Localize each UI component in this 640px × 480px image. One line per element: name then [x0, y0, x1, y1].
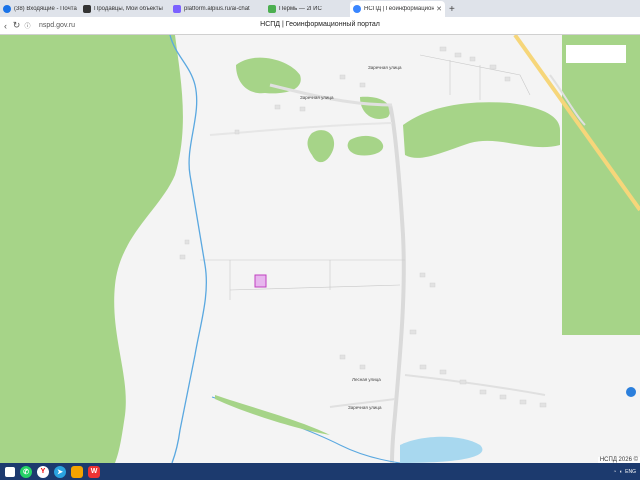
- whatsapp-icon[interactable]: ✆: [20, 465, 32, 478]
- forest-area: [0, 35, 183, 463]
- start-button[interactable]: [5, 466, 15, 477]
- selected-parcel: [254, 274, 267, 288]
- telegram-icon[interactable]: ➤: [54, 465, 66, 478]
- page-title: НСПД | Геоинформационный портал: [260, 21, 380, 28]
- wps-icon[interactable]: W: [88, 465, 100, 478]
- forest-area: [347, 135, 384, 156]
- map-tool-button[interactable]: [626, 387, 636, 397]
- map-pin-icon: [268, 5, 276, 13]
- globe-icon: [353, 5, 361, 13]
- taskbar: ✆ Y ➤ W ◔ ◖ ENG: [0, 463, 640, 480]
- parcel-boundary: [200, 259, 405, 300]
- forest-area: [236, 57, 301, 94]
- forest-area: [403, 102, 560, 158]
- forest-area: [360, 96, 391, 119]
- language-indicator[interactable]: ENG: [625, 469, 636, 475]
- tab-label: platform.alpius.ru/ai-chat: [184, 6, 250, 12]
- tab-nspd[interactable]: НСПД | Геоинформационный портал ✕: [350, 1, 445, 17]
- tab-label: НСПД | Геоинформационный портал: [364, 6, 435, 12]
- address-bar: ‹ ↻ ⓘ nspd.gov.ru НСПД | Геоинформационн…: [0, 17, 640, 35]
- store-icon: [83, 5, 91, 13]
- close-tab-icon[interactable]: ✕: [434, 5, 442, 13]
- app-icon[interactable]: [71, 465, 83, 478]
- forest-clearing: [566, 45, 626, 63]
- forest-strip: [215, 395, 330, 435]
- lake: [400, 436, 483, 463]
- volume-icon[interactable]: ◖: [619, 469, 622, 475]
- main-road: [388, 104, 406, 463]
- street-label: Заречная улица: [368, 65, 402, 70]
- new-tab-button[interactable]: +: [449, 1, 455, 17]
- tab-label: Продавцы, Мои объекты: [94, 6, 163, 12]
- parcel-boundary: [419, 54, 531, 100]
- tab-sellers[interactable]: Продавцы, Мои объекты: [80, 1, 170, 17]
- tab-alpius[interactable]: platform.alpius.ru/ai-chat: [170, 1, 265, 17]
- street-label: Заречная улица: [300, 95, 334, 100]
- chat-icon: [173, 5, 181, 13]
- forest-area: [307, 130, 335, 163]
- street-label: Лесная улица: [352, 377, 381, 382]
- tab-label: Пермь — 2ГИС: [279, 6, 322, 12]
- tab-mail[interactable]: (38) Входящие - Почта Mail: [0, 1, 80, 17]
- forest-area: [562, 35, 640, 335]
- tab-2gis[interactable]: Пермь — 2ГИС: [265, 1, 350, 17]
- street-label: Заречная улица: [348, 405, 382, 410]
- wifi-icon[interactable]: ◔: [613, 469, 616, 475]
- map-canvas[interactable]: Заречная улица Лесная улица Заречная ули…: [0, 35, 640, 463]
- tab-label: (38) Входящие - Почта Mail: [14, 6, 77, 12]
- yandex-browser-icon[interactable]: Y: [37, 465, 49, 478]
- road: [404, 374, 546, 396]
- mail-icon: [3, 5, 11, 13]
- system-tray: ◔ ◖ ENG: [613, 469, 640, 475]
- browser-tab-strip: (38) Входящие - Почта Mail Продавцы, Мои…: [0, 0, 640, 17]
